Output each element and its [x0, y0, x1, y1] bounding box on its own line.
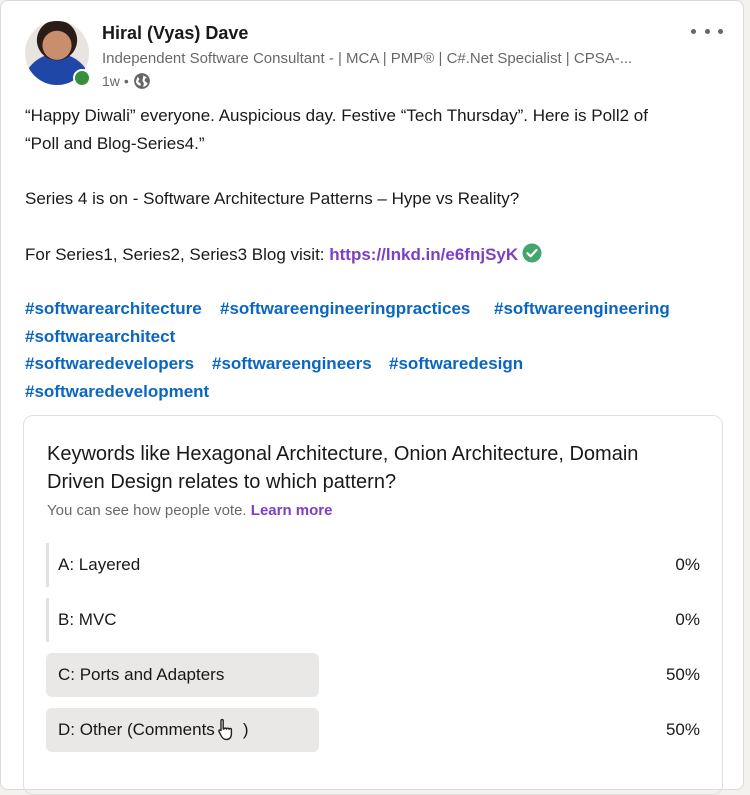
author-headline: Independent Software Consultant - | MCA …	[102, 50, 633, 67]
poll-option-label: B: MVC	[58, 598, 117, 642]
hashtag-link[interactable]: #softwaredesign	[389, 353, 523, 375]
poll-option-text: C: Ports and Adapters	[58, 665, 225, 684]
poll-option[interactable]: A: Layered 0%	[46, 543, 700, 587]
post-card: Hiral (Vyas) Dave Independent Software C…	[0, 0, 744, 795]
poll-note-text: You can see how people vote.	[47, 502, 247, 519]
poll-option-label: D: Other (Comments )	[58, 708, 248, 752]
poll-option-edge	[46, 598, 49, 642]
post-text-line: “Poll and Blog-Series4.”	[25, 134, 205, 153]
post-text-line: “Happy Diwali” everyone. Auspicious day.…	[25, 106, 648, 125]
pointing-hand-icon	[218, 718, 232, 741]
poll-visibility-note: You can see how people vote. Learn more	[47, 502, 332, 519]
meta-separator: •	[123, 73, 129, 89]
globe-icon	[133, 73, 150, 89]
verified-check-icon	[522, 243, 542, 263]
more-options-icon[interactable]	[691, 21, 723, 41]
post-meta: 1w •	[102, 71, 151, 91]
post-text-line: Series 4 is on - Software Architecture P…	[25, 189, 520, 208]
poll-question: Keywords like Hexagonal Architecture, On…	[47, 443, 639, 493]
poll-option-label: A: Layered	[58, 543, 140, 587]
hashtag-link[interactable]: #softwaredevelopers	[25, 353, 194, 375]
poll-card: Keywords like Hexagonal Architecture, On…	[23, 415, 723, 795]
hashtag-link[interactable]: #softwarearchitect	[25, 326, 175, 348]
post-text-link-line: For Series1, Series2, Series3 Blog visit…	[25, 243, 725, 266]
author-name[interactable]: Hiral (Vyas) Dave	[102, 23, 248, 44]
poll-option[interactable]: B: MVC 0%	[46, 598, 700, 642]
poll-option-text-suffix: )	[242, 720, 249, 739]
poll-option-text: B: MVC	[58, 610, 117, 629]
hashtag-link[interactable]: #softwareengineering	[494, 298, 670, 320]
poll-option-label: C: Ports and Adapters	[58, 653, 224, 697]
online-status-indicator	[73, 69, 91, 87]
blog-link[interactable]: https://lnkd.in/e6fnjSyK	[329, 245, 518, 264]
hashtag-link[interactable]: #softwarearchitecture	[25, 298, 202, 320]
poll-option[interactable]: C: Ports and Adapters 50%	[46, 653, 700, 697]
poll-option[interactable]: D: Other (Comments ) 50%	[46, 708, 700, 752]
post-text-prefix: For Series1, Series2, Series3 Blog visit…	[25, 245, 330, 264]
hashtag-link[interactable]: #softwareengineers	[212, 353, 372, 375]
poll-option-percent: 0%	[675, 610, 700, 629]
hashtag-link[interactable]: #softwareengineeringpractices	[220, 298, 470, 320]
poll-option-edge	[46, 543, 49, 587]
hashtag-link[interactable]: #softwaredevelopment	[25, 381, 209, 403]
learn-more-link[interactable]: Learn more	[251, 502, 333, 519]
post-time: 1w	[102, 73, 120, 89]
poll-option-percent: 0%	[675, 555, 700, 574]
poll-option-percent: 50%	[665, 720, 700, 739]
poll-option-text: A: Layered	[58, 555, 141, 574]
poll-option-text: D: Other (Comments	[58, 720, 215, 739]
poll-option-percent: 50%	[665, 665, 700, 684]
